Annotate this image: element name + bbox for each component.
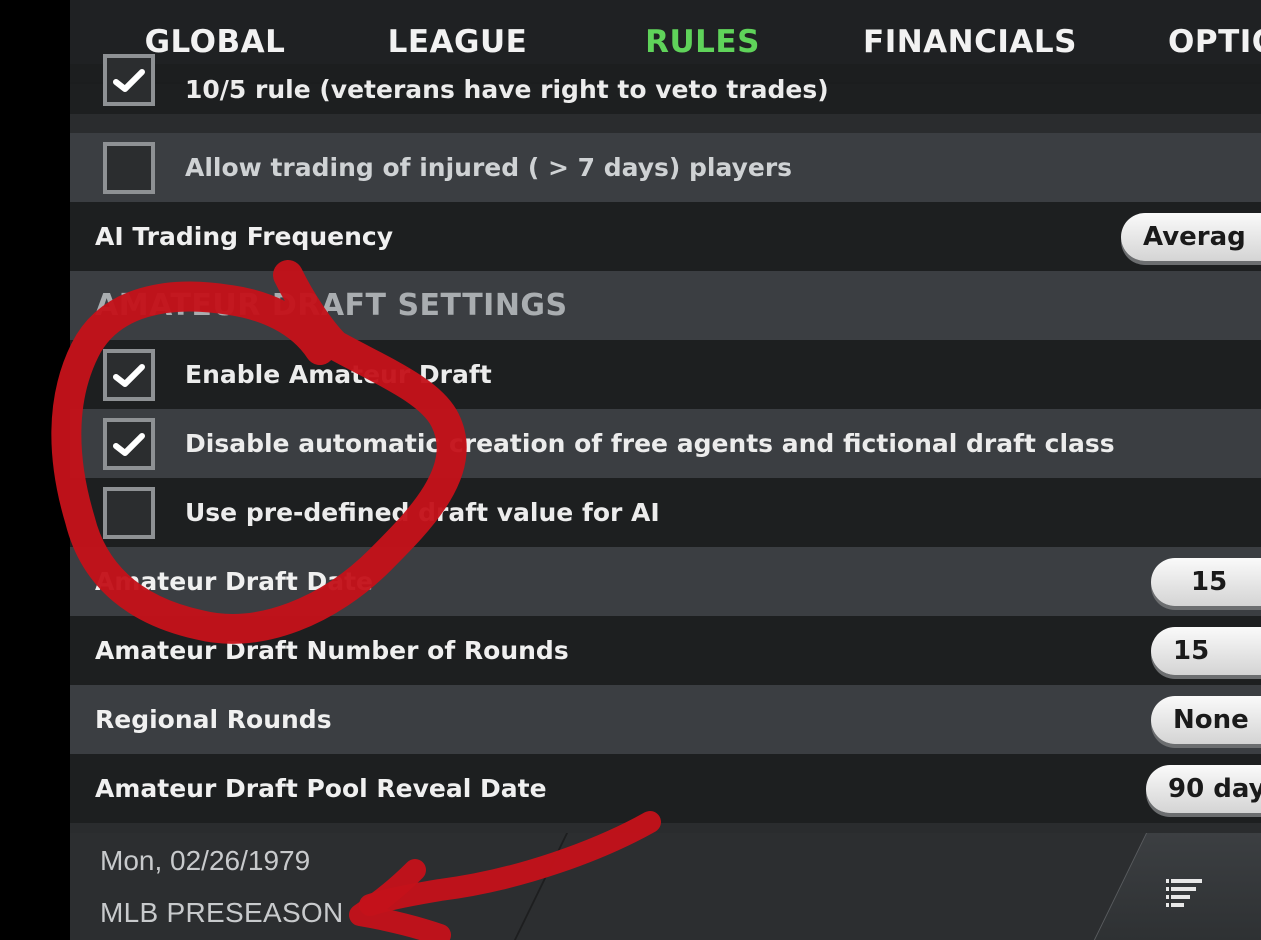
- row-pool-reveal: Amateur Draft Pool Reveal Date 90 days: [70, 754, 1261, 823]
- dropdown-value: None: [1173, 704, 1249, 735]
- menu-button[interactable]: [1120, 833, 1261, 940]
- regional-rounds-label: Regional Rounds: [95, 705, 332, 734]
- row-disable-auto-creation[interactable]: Disable automatic creation of free agent…: [70, 409, 1261, 478]
- checkmark-icon: [113, 69, 145, 92]
- enable-draft-checkbox[interactable]: [103, 348, 155, 401]
- row-veto-rule[interactable]: 10/5 rule (veterans have right to veto t…: [70, 54, 1261, 114]
- row-predefined-value[interactable]: Use pre-defined draft value for AI: [70, 478, 1261, 547]
- injured-trading-checkbox[interactable]: [103, 141, 155, 194]
- pool-reveal-label: Amateur Draft Pool Reveal Date: [95, 774, 547, 803]
- footer-divider: [513, 833, 569, 940]
- row-ai-trading-frequency: AI Trading Frequency Averag: [70, 202, 1261, 271]
- injured-trading-label: Allow trading of injured ( > 7 days) pla…: [185, 153, 793, 182]
- row-draft-date: Amateur Draft Date 15: [70, 547, 1261, 616]
- row-injured-trading[interactable]: Allow trading of injured ( > 7 days) pla…: [70, 133, 1261, 202]
- veto-rule-checkbox[interactable]: [103, 54, 155, 106]
- disable-auto-creation-label: Disable automatic creation of free agent…: [185, 429, 1115, 458]
- left-black-bar: [0, 0, 70, 940]
- tab-label: LEAGUE: [387, 24, 528, 60]
- draft-date-label: Amateur Draft Date: [95, 567, 374, 596]
- tab-label: RULES: [645, 24, 760, 60]
- draft-rounds-label: Amateur Draft Number of Rounds: [95, 636, 569, 665]
- tab-label: FINANCIALS: [863, 24, 1077, 60]
- disable-auto-creation-checkbox[interactable]: [103, 417, 155, 470]
- predefined-value-checkbox[interactable]: [103, 486, 155, 539]
- ai-trading-frequency-label: AI Trading Frequency: [95, 222, 394, 251]
- regional-rounds-dropdown[interactable]: None: [1151, 695, 1261, 744]
- dropdown-value: Averag: [1143, 221, 1246, 252]
- row-enable-draft[interactable]: Enable Amateur Draft: [70, 340, 1261, 409]
- draft-rounds-dropdown[interactable]: 15: [1151, 626, 1261, 675]
- dropdown-value: 15: [1191, 566, 1228, 597]
- dropdown-value: 90 days: [1168, 773, 1261, 804]
- checkmark-icon: [113, 432, 145, 456]
- draft-date-dropdown[interactable]: 15: [1151, 557, 1261, 606]
- tab-label: GLOBAL: [144, 24, 286, 60]
- list-menu-icon: [1166, 879, 1202, 907]
- status-footer: Mon, 02/26/1979 MLB PRESEASON: [70, 833, 1261, 940]
- row-draft-rounds: Amateur Draft Number of Rounds 15: [70, 616, 1261, 685]
- predefined-value-label: Use pre-defined draft value for AI: [185, 498, 660, 527]
- dropdown-value: 15: [1173, 635, 1210, 666]
- veto-rule-label: 10/5 rule (veterans have right to veto t…: [185, 74, 829, 104]
- section-title: AMATEUR DRAFT SETTINGS: [95, 288, 568, 323]
- app-window: GLOBAL LEAGUE RULES FINANCIALS OPTIO 10/…: [70, 0, 1261, 940]
- enable-draft-label: Enable Amateur Draft: [185, 360, 492, 389]
- tab-label: OPTIO: [1168, 24, 1261, 60]
- ai-trading-frequency-dropdown[interactable]: Averag: [1121, 212, 1261, 261]
- season-phase: MLB PRESEASON: [100, 897, 344, 928]
- row-regional-rounds: Regional Rounds None: [70, 685, 1261, 754]
- pool-reveal-dropdown[interactable]: 90 days: [1146, 764, 1261, 813]
- checkmark-icon: [113, 363, 145, 387]
- section-header-amateur-draft: AMATEUR DRAFT SETTINGS: [70, 271, 1261, 340]
- game-date: Mon, 02/26/1979: [100, 845, 311, 876]
